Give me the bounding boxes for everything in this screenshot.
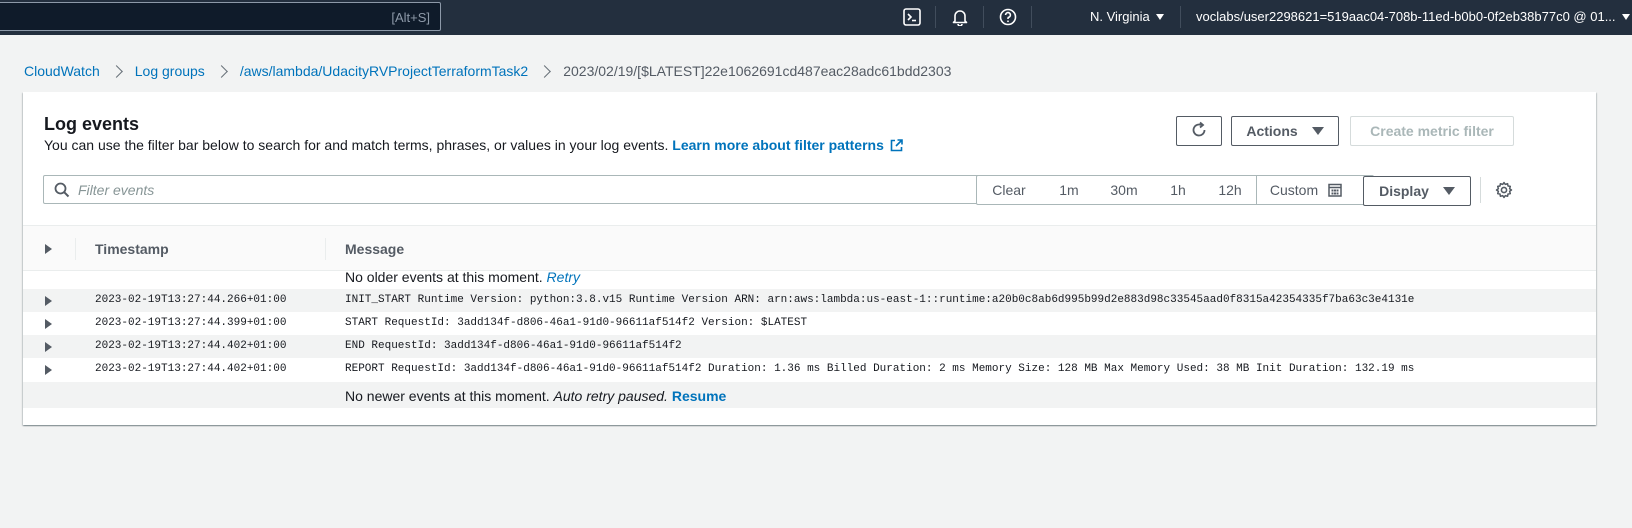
- range-1h[interactable]: 1h: [1152, 176, 1204, 204]
- nav-divider: [935, 6, 936, 28]
- row-timestamp: 2023-02-19T13:27:44.266+01:00: [95, 294, 287, 306]
- log-events-panel: Log events You can use the filter bar be…: [23, 92, 1596, 425]
- row-message: START RequestId: 3add134f-d806-46a1-91d0…: [345, 317, 808, 329]
- top-navigation-bar: [Alt+S] N. Virginia voclabs/user2298621=…: [0, 0, 1632, 35]
- column-divider: [75, 238, 76, 260]
- learn-more-label: Learn more about filter patterns: [672, 137, 884, 153]
- range-custom-label: Custom: [1269, 182, 1319, 198]
- create-metric-label: Create metric filter: [1370, 123, 1494, 139]
- range-12h[interactable]: 12h: [1204, 176, 1256, 204]
- gear-icon[interactable]: [1495, 181, 1513, 204]
- range-custom[interactable]: Custom: [1257, 176, 1355, 204]
- filter-events-input[interactable]: [78, 181, 978, 199]
- breadcrumb-log-groups[interactable]: Log groups: [135, 63, 205, 79]
- display-button[interactable]: Display: [1363, 176, 1471, 206]
- caret-down-icon: [1311, 127, 1324, 135]
- account-menu[interactable]: voclabs/user2298621=519aac04-708b-11ed-b…: [1196, 9, 1630, 24]
- region-label: N. Virginia: [1090, 9, 1150, 24]
- refresh-button[interactable]: [1176, 116, 1222, 146]
- row-message: END RequestId: 3add134f-d806-46a1-91d0-9…: [345, 340, 682, 352]
- caret-down-icon: [1442, 187, 1455, 195]
- cloudshell-icon[interactable]: [902, 7, 922, 27]
- table-row[interactable]: 2023-02-19T13:27:44.402+01:00 REPORT Req…: [23, 358, 1596, 381]
- breadcrumb: CloudWatch Log groups /aws/lambda/Udacit…: [24, 61, 951, 81]
- actions-button[interactable]: Actions: [1231, 116, 1339, 146]
- refresh-icon: [1190, 121, 1208, 142]
- region-selector[interactable]: N. Virginia: [1090, 9, 1164, 24]
- row-message: REPORT RequestId: 3add134f-d806-46a1-91d…: [345, 363, 1415, 375]
- row-message: INIT_START Runtime Version: python:3.8.v…: [345, 294, 1415, 306]
- toolbar-divider: [1480, 177, 1481, 203]
- global-search-input[interactable]: [Alt+S]: [0, 2, 441, 31]
- chevron-right-icon: [538, 64, 552, 78]
- column-divider: [325, 238, 326, 260]
- panel-title: Log events: [44, 114, 140, 134]
- range-clear[interactable]: Clear: [977, 176, 1041, 204]
- table-row[interactable]: 2023-02-19T13:27:44.402+01:00 END Reques…: [23, 335, 1596, 358]
- search-icon: [54, 182, 70, 203]
- retry-link[interactable]: Retry: [547, 269, 580, 285]
- message-column-header[interactable]: Message: [345, 241, 404, 257]
- search-shortcut-hint: [Alt+S]: [391, 10, 430, 25]
- notifications-bell-icon[interactable]: [950, 7, 970, 27]
- display-label: Display: [1379, 183, 1429, 199]
- no-newer-events: No newer events at this moment. Auto ret…: [345, 388, 726, 404]
- no-newer-events-row: [23, 382, 1596, 408]
- row-timestamp: 2023-02-19T13:27:44.402+01:00: [95, 363, 287, 375]
- panel-description-text: You can use the filter bar below to sear…: [44, 137, 669, 153]
- nav-divider: [983, 6, 984, 28]
- timestamp-column-header[interactable]: Timestamp: [95, 241, 169, 257]
- expand-row-icon[interactable]: [45, 296, 52, 306]
- expand-all-icon[interactable]: [45, 244, 52, 254]
- panel-description: You can use the filter bar below to sear…: [44, 137, 903, 155]
- expand-row-icon[interactable]: [45, 342, 52, 352]
- auto-retry-status: Auto retry paused.: [553, 388, 668, 404]
- expand-row-icon[interactable]: [45, 365, 52, 375]
- log-events-table-header: Timestamp Message: [23, 225, 1596, 271]
- range-30m[interactable]: 30m: [1096, 176, 1152, 204]
- time-range-selector: Clear 1m 30m 1h 12h Custom: [976, 175, 1374, 205]
- range-1m[interactable]: 1m: [1042, 176, 1096, 204]
- help-icon[interactable]: [998, 7, 1018, 27]
- calendar-icon: [1328, 183, 1342, 197]
- no-newer-text: No newer events at this moment.: [345, 388, 550, 404]
- table-row[interactable]: 2023-02-19T13:27:44.399+01:00 START Requ…: [23, 312, 1596, 335]
- breadcrumb-cloudwatch[interactable]: CloudWatch: [24, 63, 100, 79]
- nav-divider: [1031, 6, 1032, 28]
- resume-link[interactable]: Resume: [672, 388, 726, 404]
- table-row[interactable]: 2023-02-19T13:27:44.266+01:00 INIT_START…: [23, 289, 1596, 312]
- nav-divider: [1180, 6, 1181, 28]
- no-older-text: No older events at this moment.: [345, 269, 543, 285]
- chevron-right-icon: [109, 64, 123, 78]
- chevron-down-icon: [1155, 13, 1164, 20]
- breadcrumb-current-stream: 2023/02/19/[$LATEST]22e1062691cd487eac28…: [563, 63, 952, 79]
- expand-row-icon[interactable]: [45, 319, 52, 329]
- row-timestamp: 2023-02-19T13:27:44.399+01:00: [95, 317, 287, 329]
- row-timestamp: 2023-02-19T13:27:44.402+01:00: [95, 340, 287, 352]
- learn-more-link[interactable]: Learn more about filter patterns: [672, 137, 903, 153]
- filter-events-field[interactable]: [43, 175, 1010, 204]
- no-older-events: No older events at this moment. Retry: [345, 269, 580, 285]
- external-link-icon: [890, 139, 903, 155]
- account-label: voclabs/user2298621=519aac04-708b-11ed-b…: [1196, 9, 1616, 24]
- chevron-right-icon: [214, 64, 228, 78]
- actions-label: Actions: [1246, 123, 1298, 139]
- chevron-down-icon: [1621, 13, 1630, 20]
- breadcrumb-log-group[interactable]: /aws/lambda/UdacityRVProjectTerraformTas…: [240, 63, 528, 79]
- create-metric-filter-button[interactable]: Create metric filter: [1350, 116, 1514, 146]
